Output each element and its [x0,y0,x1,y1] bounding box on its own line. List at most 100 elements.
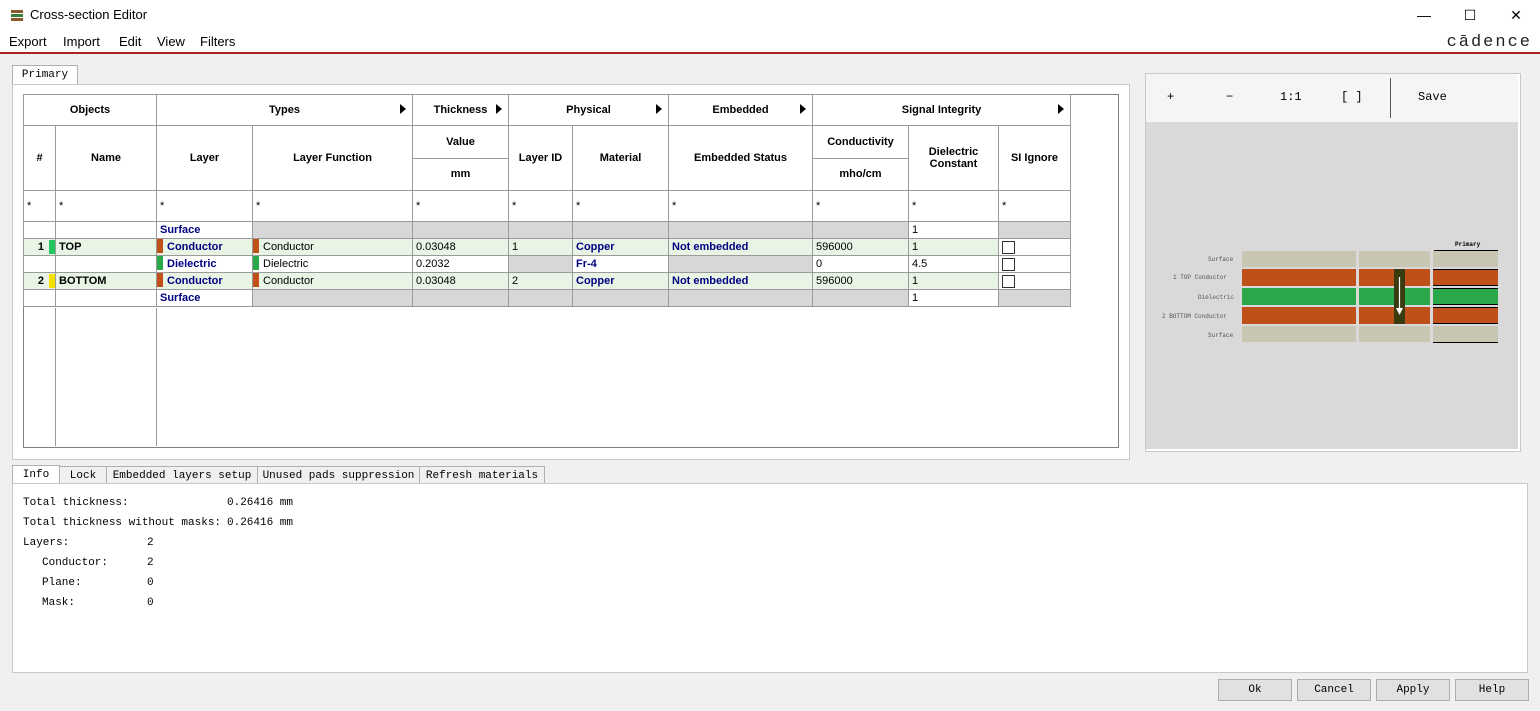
cell-material[interactable] [572,289,669,307]
expand-arrow-icon[interactable] [800,104,806,114]
cell-function[interactable]: Conductor [252,272,413,290]
cell-num[interactable] [23,255,56,273]
cell-dk[interactable]: 1 [908,238,999,256]
col-dielectric-constant[interactable]: Dielectric Constant [908,125,999,191]
si-ignore-checkbox[interactable] [1002,257,1015,271]
cell-embedded[interactable] [668,221,813,239]
cell-thickness[interactable] [412,221,509,239]
col-layer[interactable]: Layer [156,125,253,191]
filter-cell[interactable]: * [908,190,999,222]
cell-material[interactable]: Copper [572,238,669,256]
cell-embedded[interactable]: Not embedded [668,272,813,290]
zoom-1to1-button[interactable]: 1:1 [1280,90,1302,104]
menu-import[interactable]: Import [63,34,100,49]
filter-cell[interactable]: * [572,190,669,222]
apply-button[interactable]: Apply [1376,679,1450,701]
cell-num[interactable] [23,221,56,239]
cell-function[interactable] [252,289,413,307]
cell-layer[interactable]: Surface [156,289,253,307]
table-row[interactable]: 1 TOP Conductor Conductor 0.03048 1 Copp… [23,238,1071,256]
filter-cell[interactable]: * [23,190,56,222]
cell-layer[interactable]: Dielectric [156,255,253,273]
col-material[interactable]: Material [572,125,669,191]
table-row[interactable]: Dielectric Dielectric 0.2032 Fr-4 0 4.5 [23,255,1071,273]
cell-num[interactable] [23,289,56,307]
save-image-button[interactable]: Save [1418,90,1447,104]
cell-si-ignore[interactable] [998,238,1071,256]
col-num[interactable]: # [23,125,56,191]
menu-view[interactable]: View [157,34,185,49]
cell-dk[interactable]: 1 [908,272,999,290]
menu-edit[interactable]: Edit [119,34,141,49]
expand-arrow-icon[interactable] [400,104,406,114]
cell-num[interactable]: 2 [23,272,56,290]
filter-cell[interactable]: * [668,190,813,222]
group-signal-integrity[interactable]: Signal Integrity [812,94,1071,126]
cell-name[interactable]: BOTTOM [55,272,157,290]
cell-si-ignore[interactable] [998,272,1071,290]
cell-embedded[interactable] [668,255,813,273]
cell-name[interactable]: TOP [55,238,157,256]
cell-thickness[interactable]: 0.2032 [412,255,509,273]
filter-cell[interactable]: * [156,190,253,222]
col-conductivity[interactable]: Conductivity [812,125,909,159]
cell-dk[interactable]: 4.5 [908,255,999,273]
filter-cell[interactable]: * [252,190,413,222]
si-ignore-checkbox[interactable] [1002,240,1015,254]
cell-conductivity[interactable]: 596000 [812,272,909,290]
expand-arrow-icon[interactable] [496,104,502,114]
cell-layer-id[interactable]: 1 [508,238,573,256]
col-layer-id[interactable]: Layer ID [508,125,573,191]
table-row[interactable]: 2 BOTTOM Conductor Conductor 0.03048 2 C… [23,272,1071,290]
col-embedded-status[interactable]: Embedded Status [668,125,813,191]
cell-dk[interactable]: 1 [908,289,999,307]
cell-function[interactable]: Dielectric [252,255,413,273]
cell-dk[interactable]: 1 [908,221,999,239]
cell-layer[interactable]: Conductor [156,238,253,256]
cell-material[interactable] [572,221,669,239]
cell-layer-id[interactable]: 2 [508,272,573,290]
group-objects[interactable]: Objects [23,94,157,126]
close-button[interactable]: ✕ [1493,0,1539,31]
group-thickness[interactable]: Thickness [412,94,509,126]
cell-thickness[interactable]: 0.03048 [412,272,509,290]
cell-num[interactable]: 1 [23,238,56,256]
cell-layer-id[interactable] [508,289,573,307]
cell-si-ignore[interactable] [998,255,1071,273]
cell-layer-id[interactable] [508,255,573,273]
col-value[interactable]: Value [412,125,509,159]
zoom-fit-button[interactable]: [ ] [1341,90,1363,104]
zoom-out-button[interactable]: − [1226,90,1233,104]
cell-name[interactable] [55,255,157,273]
si-ignore-checkbox[interactable] [1002,274,1015,288]
zoom-in-button[interactable]: + [1167,90,1174,104]
tab-info[interactable]: Info [12,465,60,484]
cancel-button[interactable]: Cancel [1297,679,1371,701]
ok-button[interactable]: Ok [1218,679,1292,701]
col-si-ignore[interactable]: SI Ignore [998,125,1071,191]
cell-thickness[interactable] [412,289,509,307]
cell-conductivity[interactable]: 596000 [812,238,909,256]
col-name[interactable]: Name [55,125,157,191]
cell-function[interactable]: Conductor [252,238,413,256]
group-physical[interactable]: Physical [508,94,669,126]
tab-primary[interactable]: Primary [12,65,78,84]
cell-embedded[interactable]: Not embedded [668,238,813,256]
expand-arrow-icon[interactable] [656,104,662,114]
menu-filters[interactable]: Filters [200,34,235,49]
filter-cell[interactable]: * [998,190,1071,222]
filter-cell[interactable]: * [412,190,509,222]
cell-conductivity[interactable] [812,221,909,239]
cell-conductivity[interactable] [812,289,909,307]
table-row[interactable]: Surface 1 [23,221,1071,239]
table-row[interactable]: Surface 1 [23,289,1071,307]
cell-material[interactable]: Copper [572,272,669,290]
filter-cell[interactable]: * [508,190,573,222]
filter-cell[interactable]: * [55,190,157,222]
cell-function[interactable] [252,221,413,239]
group-types[interactable]: Types [156,94,413,126]
cell-thickness[interactable]: 0.03048 [412,238,509,256]
cell-layer-id[interactable] [508,221,573,239]
cell-material[interactable]: Fr-4 [572,255,669,273]
group-embedded[interactable]: Embedded [668,94,813,126]
